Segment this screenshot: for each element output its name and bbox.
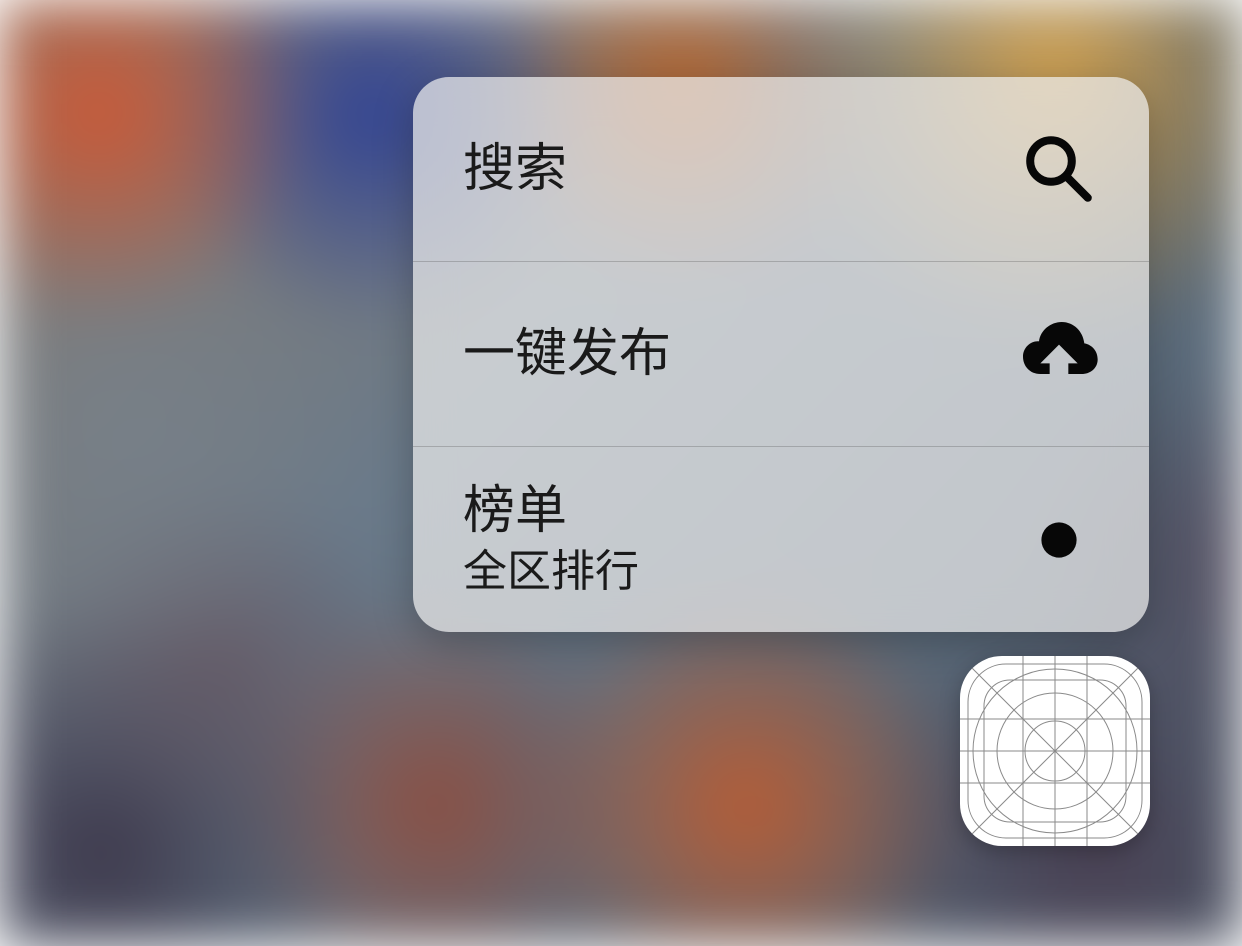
quick-actions-menu: 搜索 一键发布 榜单 全区排行 xyxy=(413,77,1149,632)
quick-action-title: 搜索 xyxy=(463,138,567,200)
quick-action-text: 搜索 xyxy=(463,138,567,200)
dot-icon xyxy=(1019,500,1099,580)
quick-action-title: 榜单 xyxy=(463,480,639,542)
cloud-upload-icon xyxy=(1019,314,1099,394)
quick-action-publish[interactable]: 一键发布 xyxy=(413,262,1149,447)
quick-action-rankings[interactable]: 榜单 全区排行 xyxy=(413,447,1149,632)
quick-action-text: 一键发布 xyxy=(463,323,671,385)
quick-action-text: 榜单 全区排行 xyxy=(463,480,639,599)
app-icon-template-grid xyxy=(960,656,1150,846)
search-icon xyxy=(1019,129,1099,209)
quick-action-subtitle: 全区排行 xyxy=(463,546,639,599)
app-icon-container[interactable] xyxy=(960,656,1150,846)
quick-action-title: 一键发布 xyxy=(463,323,671,385)
quick-action-search[interactable]: 搜索 xyxy=(413,77,1149,262)
